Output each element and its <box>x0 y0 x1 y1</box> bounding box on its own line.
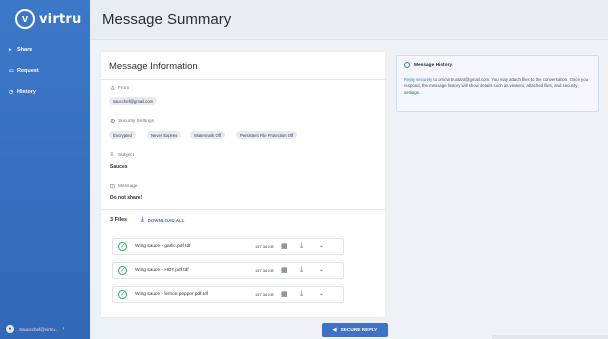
sidebar-item-label: Share <box>17 47 33 53</box>
file-name: Wing sauce - garlic.pdf.tdf <box>135 244 191 249</box>
subject-label: ≡ Subject <box>110 152 134 158</box>
check-circle-icon: ✓ <box>118 266 127 275</box>
inbox-icon: ▭ <box>9 68 14 74</box>
from-chip: saucchef@gmail.com <box>109 97 158 105</box>
message-label: ⊡ Message <box>110 184 138 190</box>
message-history-panel: Message History Reply securely to omcvir… <box>396 55 599 112</box>
file-size: 157.36 KB <box>255 244 274 249</box>
history-title: Message History <box>404 62 452 68</box>
subject-value: Sauces <box>110 164 128 170</box>
chevron-down-icon[interactable]: ⌄ <box>319 290 324 297</box>
gear-icon: ⚙ <box>110 119 116 125</box>
security-chip-expiry: Never Expires <box>147 131 182 139</box>
from-label: ♙ From <box>110 86 130 92</box>
message-info-card: Message Information ♙ From saucchef@gmai… <box>101 52 385 317</box>
history-text: to omcvirtrustant@gmail.com. You may att… <box>404 77 588 95</box>
avatar-icon: ● <box>6 325 14 333</box>
calendar-icon[interactable]: ▦ <box>281 290 288 298</box>
security-chip-watermark: Watermark Off <box>190 131 225 139</box>
security-label: ⚙ Security Settings <box>110 119 154 125</box>
card-title: Message Information <box>109 61 198 72</box>
user-menu[interactable]: ● Saucechef@virtru... › <box>6 324 86 334</box>
virtru-logo[interactable]: v virtru <box>15 9 81 29</box>
person-icon: ♙ <box>110 86 116 92</box>
info-icon <box>404 62 410 68</box>
check-circle-icon: ✓ <box>118 242 127 251</box>
sidebar-nav: ▸ Share ▭ Request ◷ History <box>0 44 90 107</box>
download-icon[interactable]: ⤓ <box>300 290 303 298</box>
secure-reply-button[interactable]: ◀ SECURE REPLY <box>322 323 388 337</box>
reply-icon: ◀ <box>332 327 337 333</box>
file-name: Wing sauce - HOT.pdf.tdf <box>135 268 189 273</box>
subject-lines-icon: ≡ <box>110 152 114 158</box>
sidebar-item-request[interactable]: ▭ Request <box>0 65 90 77</box>
share-icon: ▸ <box>9 47 12 53</box>
download-icon[interactable]: ⤓ <box>300 266 303 274</box>
message-value: Do not share! <box>110 195 143 201</box>
security-chip-encrypted: Encrypted <box>109 131 136 139</box>
sidebar-item-history[interactable]: ◷ History <box>0 86 90 98</box>
chevron-right-icon: › <box>62 326 65 332</box>
logo-text: virtru <box>39 11 82 27</box>
chevron-down-icon[interactable]: ⌄ <box>319 242 324 249</box>
check-circle-icon: ✓ <box>118 290 127 299</box>
calendar-icon[interactable]: ▦ <box>281 266 288 274</box>
sidebar-item-share[interactable]: ▸ Share <box>0 44 90 56</box>
file-row[interactable]: ✓ Wing sauce - lemon pepper.pdf.tdf 157.… <box>112 286 344 303</box>
download-icon: ⤓ <box>141 217 144 223</box>
horizontal-scrollbar[interactable] <box>492 335 608 339</box>
security-chip-pfp: Persistent File Protection Off <box>236 131 298 139</box>
file-row[interactable]: ✓ Wing sauce - HOT.pdf.tdf 157.36 KB ▦ ⤓… <box>112 262 344 279</box>
sidebar: v virtru ▸ Share ▭ Request ◷ History ● S… <box>0 0 90 339</box>
reply-securely-link[interactable]: Reply securely <box>404 77 432 82</box>
lock-icon: ⊡ <box>110 184 116 190</box>
download-all-button[interactable]: ⤓ DOWNLOAD ALL <box>141 217 184 224</box>
file-name: Wing sauce - lemon pepper.pdf.tdf <box>135 292 209 297</box>
file-size: 157.36 KB <box>255 268 274 273</box>
file-size: 157.36 KB <box>255 292 274 297</box>
chevron-down-icon[interactable]: ⌄ <box>319 266 324 273</box>
page-title: Message Summary <box>102 11 232 28</box>
files-count: 3 Files <box>110 217 128 223</box>
logo-mark-icon: v <box>15 9 35 29</box>
history-icon: ◷ <box>9 89 14 95</box>
file-row[interactable]: ✓ Wing sauce - garlic.pdf.tdf 157.36 KB … <box>112 238 344 255</box>
sidebar-item-label: Request <box>17 68 39 74</box>
history-description: Reply securely to omcvirtrustant@gmail.c… <box>404 77 592 96</box>
calendar-icon[interactable]: ▦ <box>281 242 288 250</box>
download-icon[interactable]: ⤓ <box>300 242 303 250</box>
sidebar-item-label: History <box>17 89 36 95</box>
page-header: Message Summary <box>90 0 608 40</box>
divider <box>101 79 385 80</box>
user-email: Saucechef@virtru... <box>19 326 59 332</box>
divider <box>101 209 385 210</box>
